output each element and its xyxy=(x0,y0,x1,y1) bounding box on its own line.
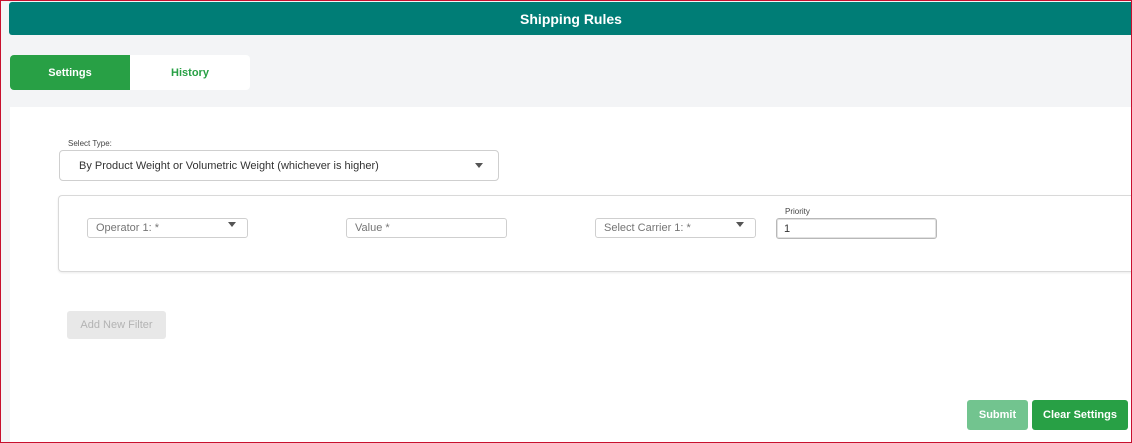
tab-history[interactable]: History xyxy=(130,55,250,90)
tab-settings[interactable]: Settings xyxy=(10,55,130,90)
carrier-placeholder: Select Carrier 1: * xyxy=(604,222,691,234)
chevron-down-icon xyxy=(475,163,483,168)
select-type-dropdown[interactable]: By Product Weight or Volumetric Weight (… xyxy=(59,150,499,181)
chevron-down-icon xyxy=(736,222,744,227)
add-new-filter-button[interactable]: Add New Filter xyxy=(67,311,166,339)
page-title: Shipping Rules xyxy=(520,10,622,27)
operator-select[interactable]: Operator 1: * xyxy=(87,218,248,238)
value-placeholder: Value * xyxy=(355,222,390,234)
carrier-select[interactable]: Select Carrier 1: * xyxy=(595,218,756,238)
priority-label: Priority xyxy=(784,207,811,216)
page-header: Shipping Rules xyxy=(9,2,1131,35)
clear-settings-button[interactable]: Clear Settings xyxy=(1032,400,1128,430)
chevron-down-icon xyxy=(228,222,236,227)
submit-button[interactable]: Submit xyxy=(967,400,1028,430)
priority-value: 1 xyxy=(784,222,791,235)
value-input[interactable]: Value * xyxy=(346,218,507,238)
select-type-label: Select Type: xyxy=(67,139,113,148)
operator-placeholder: Operator 1: * xyxy=(96,222,159,234)
select-type-value: By Product Weight or Volumetric Weight (… xyxy=(79,159,379,172)
priority-input[interactable]: 1 xyxy=(776,218,937,239)
app-window: Shipping Rules Settings History Select T… xyxy=(0,0,1132,443)
